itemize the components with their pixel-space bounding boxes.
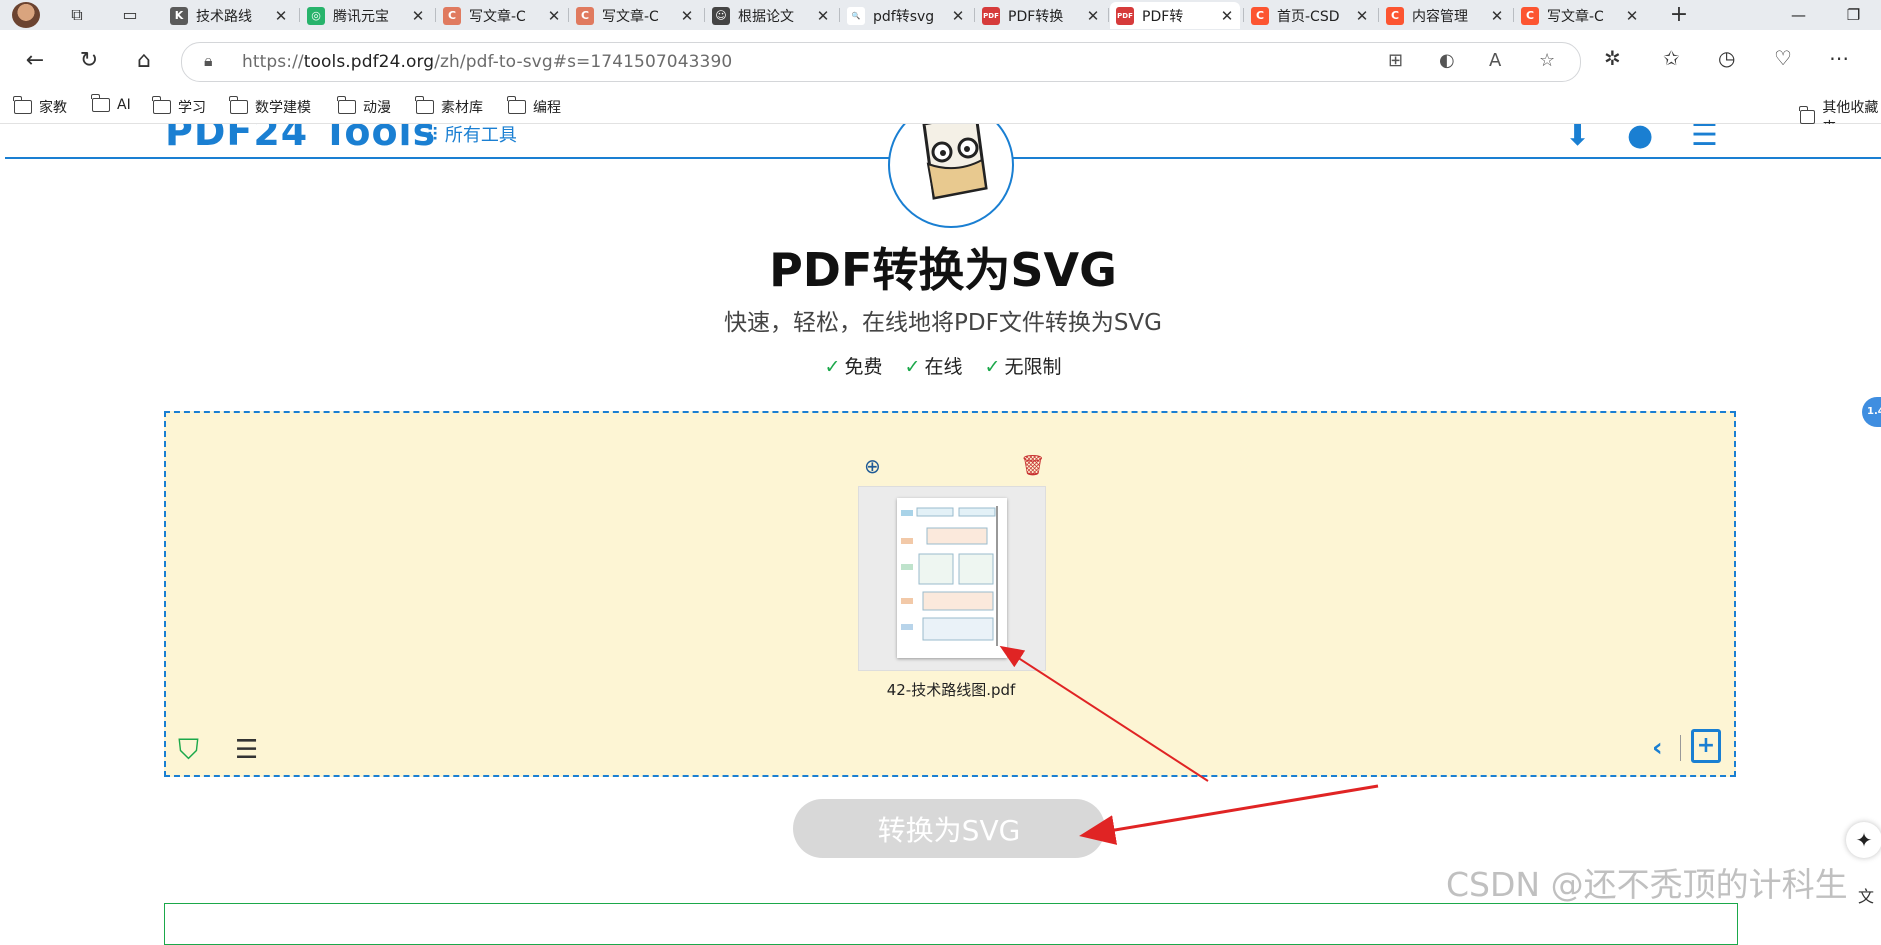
watermark: CSDN @还不秃顶的计科生 — [1446, 865, 1848, 904]
annotation-arrows — [999, 645, 1379, 845]
arrow-to-button — [1079, 784, 1379, 845]
arrow-to-file — [999, 645, 1209, 782]
